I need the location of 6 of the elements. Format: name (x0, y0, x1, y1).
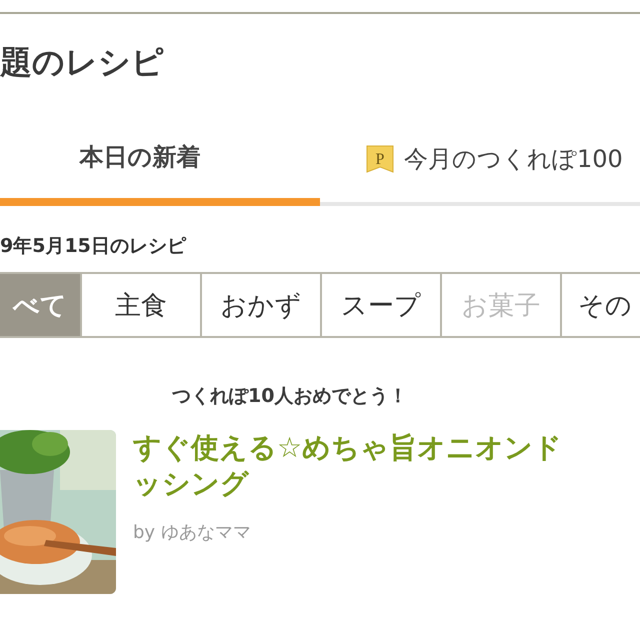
banner-text: つくれぽ10人おめでとう！ (172, 384, 408, 409)
page-title: 題のレシピ (0, 42, 165, 83)
tab[interactable]: 本日の新着 (0, 116, 320, 206)
tab[interactable]: P 今月のつくれぽ100 (320, 116, 640, 206)
date-heading: 9年5月15日のレシピ (0, 234, 188, 259)
bookmark-badge-icon: P (366, 145, 394, 173)
